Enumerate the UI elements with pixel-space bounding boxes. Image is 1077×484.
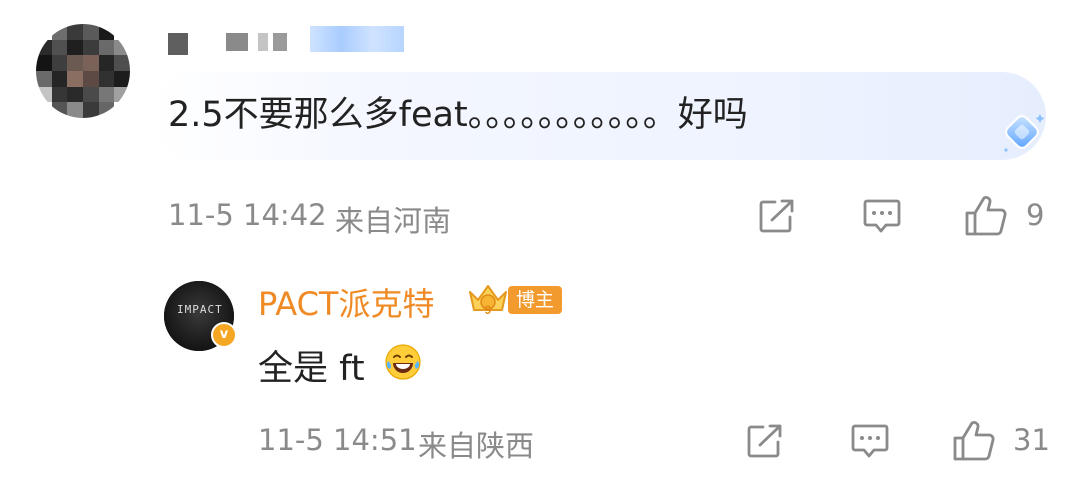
comment-icon[interactable] <box>850 423 890 461</box>
comment-icon[interactable] <box>862 198 902 236</box>
verified-icon: v <box>211 322 237 348</box>
like-count: 9 <box>1026 198 1045 232</box>
blurred-username <box>258 33 268 51</box>
comment-thread: 2.5不要那么多feat。。。。。。。。。。。好吗 11-5 14:42 来自河… <box>0 0 1077 484</box>
blurred-username[interactable] <box>168 33 188 55</box>
avatar-logo-text: IMPACT <box>177 303 223 316</box>
share-icon[interactable] <box>758 198 796 234</box>
reply-author-name[interactable]: PACT派克特 <box>258 279 434 325</box>
blurred-username <box>273 33 287 51</box>
like-icon[interactable] <box>952 420 996 462</box>
comment-time: 11-5 14:42 <box>168 198 327 232</box>
blurred-username <box>226 33 248 51</box>
crown-icon: 9 <box>469 285 507 316</box>
comment-location: 来自河南 <box>335 204 452 238</box>
blurred-badge <box>310 26 404 52</box>
reply-location: 来自陕西 <box>418 429 535 463</box>
blogger-badge: 博主 <box>508 286 562 314</box>
share-icon[interactable] <box>746 423 784 459</box>
reply-time: 11-5 14:51 <box>258 423 417 457</box>
level-number: 9 <box>485 303 492 316</box>
like-icon[interactable] <box>964 195 1008 237</box>
laughing-tears-emoji <box>385 344 421 380</box>
like-count: 31 <box>1013 423 1050 457</box>
diamond-icon <box>1004 114 1045 152</box>
reply-text: 全是 ft <box>258 349 365 389</box>
comment-text: 2.5不要那么多feat。。。。。。。。。。。好吗 <box>168 95 748 135</box>
avatar[interactable] <box>36 24 130 118</box>
